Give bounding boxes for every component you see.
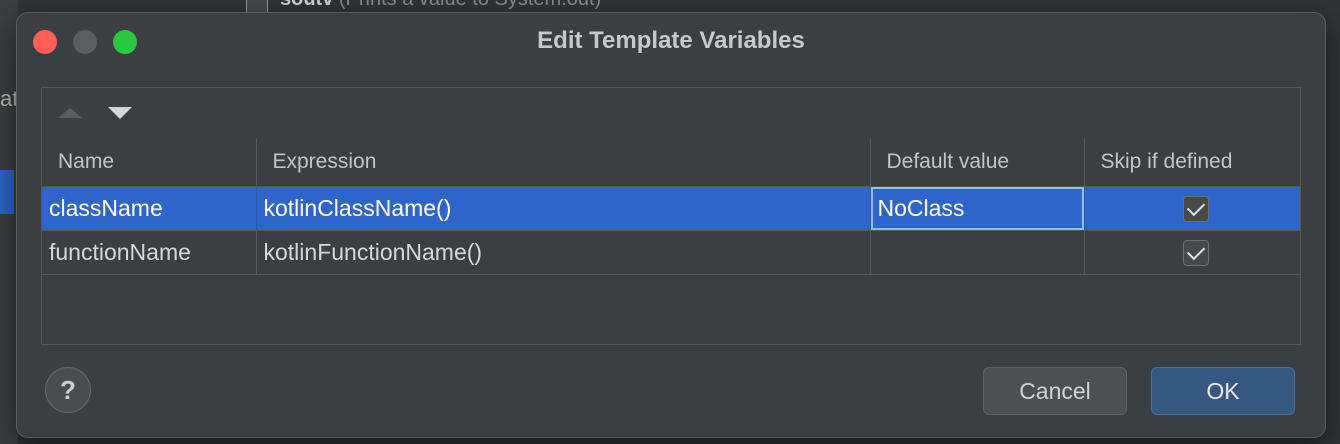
edit-template-variables-dialog: Edit Template Variables Name Expression (16, 12, 1326, 438)
table-row[interactable]: functionName kotlinFunctionName() (42, 230, 1300, 275)
ok-button[interactable]: OK (1151, 367, 1295, 415)
background-template-abbrev: soutv (280, 0, 333, 10)
skip-if-defined-checkbox[interactable] (1182, 196, 1209, 223)
expression-cell[interactable]: kotlinFunctionName() (256, 230, 871, 275)
table-header-row: Name Expression Default value Skip if de… (42, 138, 1300, 187)
variable-name-cell[interactable]: className (42, 186, 257, 231)
column-header-name[interactable]: Name (42, 138, 257, 187)
background-sidebar-selection (0, 170, 14, 214)
checkmark-icon (1186, 198, 1205, 217)
default-value-cell[interactable] (870, 230, 1085, 275)
variables-panel: Name Expression Default value Skip if de… (41, 87, 1301, 345)
background-template-line: soutv (Prints a value to System.out) (246, 0, 601, 11)
column-header-expression[interactable]: Expression (256, 138, 871, 187)
skip-if-defined-checkbox[interactable] (1182, 240, 1209, 267)
help-button[interactable]: ? (45, 367, 91, 413)
move-down-button[interactable] (106, 102, 134, 124)
triangle-up-icon (58, 108, 82, 118)
background-template-desc: (Prints a value to System.out) (333, 0, 601, 10)
variables-table: Name Expression Default value Skip if de… (42, 138, 1300, 275)
dialog-title: Edit Template Variables (537, 27, 805, 54)
expression-cell[interactable]: kotlinClassName() (256, 186, 871, 231)
dialog-titlebar: Edit Template Variables (17, 13, 1325, 69)
table-row[interactable]: className kotlinClassName() NoClass (42, 186, 1300, 231)
column-header-default-value[interactable]: Default value (870, 138, 1085, 187)
default-value-cell[interactable]: NoClass (870, 186, 1085, 231)
move-up-button[interactable] (56, 102, 84, 124)
variable-name-cell[interactable]: functionName (42, 230, 257, 275)
column-header-skip-if-defined[interactable]: Skip if defined (1084, 138, 1300, 187)
skip-if-defined-cell[interactable] (1084, 230, 1300, 275)
checkmark-icon (1186, 242, 1205, 261)
cancel-button[interactable]: Cancel (983, 367, 1127, 415)
skip-if-defined-cell[interactable] (1084, 186, 1300, 231)
variables-toolbar (42, 88, 1300, 139)
triangle-down-icon (108, 107, 132, 119)
